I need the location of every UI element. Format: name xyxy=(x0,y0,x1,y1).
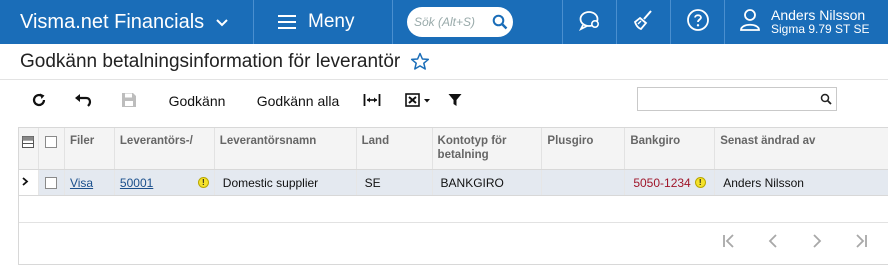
chevron-down-icon xyxy=(216,15,228,30)
user-context: Sigma 9.79 ST SE xyxy=(771,22,870,36)
first-page-icon xyxy=(722,234,736,253)
export-button[interactable] xyxy=(396,84,442,118)
warning-icon: ! xyxy=(197,177,209,188)
refresh-icon xyxy=(31,92,47,111)
search-icon[interactable] xyxy=(816,93,836,105)
next-page-button[interactable] xyxy=(795,229,839,259)
chat-button[interactable] xyxy=(563,0,616,44)
column-header-bankgiro[interactable]: Bankgiro xyxy=(625,128,716,169)
cell-changed-by: Anders Nilsson xyxy=(723,175,804,190)
cell-bankgiro: 5050-1234 ! xyxy=(625,170,716,195)
menu-label: Meny xyxy=(308,11,355,32)
search-icon[interactable] xyxy=(488,10,512,34)
checkbox xyxy=(44,176,57,189)
user-icon xyxy=(739,8,761,37)
grid-search-input[interactable] xyxy=(638,89,816,109)
clean-up-button[interactable] xyxy=(617,0,670,44)
column-header-country[interactable]: Land xyxy=(357,128,433,169)
user-name: Anders Nilsson xyxy=(771,7,866,23)
save-button[interactable] xyxy=(106,84,152,118)
save-icon xyxy=(121,92,137,111)
help-icon xyxy=(686,8,710,37)
column-header-files[interactable]: Filer xyxy=(65,128,115,169)
grid-search xyxy=(637,87,837,111)
row-checkbox[interactable] xyxy=(39,170,65,195)
undo-button[interactable] xyxy=(60,84,106,118)
previous-page-button[interactable] xyxy=(751,229,795,259)
supplier-link[interactable]: 50001 xyxy=(120,176,153,190)
filter-button[interactable] xyxy=(442,84,468,118)
cell-country: SE xyxy=(357,170,433,195)
hamburger-icon xyxy=(278,15,296,29)
chevron-right-icon xyxy=(22,176,29,189)
star-icon[interactable] xyxy=(410,52,430,71)
first-page-button[interactable] xyxy=(707,229,751,259)
filter-icon xyxy=(448,93,462,110)
chat-icon xyxy=(578,9,602,36)
refresh-button[interactable] xyxy=(18,84,60,118)
data-grid: Filer Leverantörs-/ Leverantörsnamn Land… xyxy=(18,127,888,265)
chevron-right-icon xyxy=(812,234,822,253)
last-page-icon xyxy=(854,234,868,253)
broom-icon xyxy=(632,8,656,37)
column-settings-icon xyxy=(22,136,34,151)
column-settings[interactable] xyxy=(19,128,39,169)
cell-plusgiro xyxy=(542,170,626,195)
row-selector[interactable] xyxy=(19,170,39,195)
select-all-checkbox[interactable] xyxy=(39,128,65,169)
app-switcher[interactable]: Visma.net Financials xyxy=(0,0,253,44)
column-header-supplier-name[interactable]: Leverantörsnamn xyxy=(215,128,357,169)
page-header: Godkänn betalningsinformation för levera… xyxy=(0,44,888,80)
toolbar: Godkänn Godkänn alla xyxy=(0,84,888,118)
user-profile-button[interactable]: Anders Nilsson Sigma 9.79 ST SE xyxy=(725,0,888,44)
table-row[interactable]: Visa 50001 ! Domestic supplier SE BANKGI… xyxy=(19,170,888,196)
files-link[interactable]: Visa xyxy=(70,176,93,190)
fit-columns-button[interactable] xyxy=(354,84,390,118)
checkbox xyxy=(44,136,57,148)
top-navigation-bar: Visma.net Financials Meny Sök (Alt+S) An… xyxy=(0,0,888,44)
export-excel-icon xyxy=(405,92,433,110)
column-header-plusgiro[interactable]: Plusgiro xyxy=(542,128,626,169)
warning-icon: ! xyxy=(694,177,706,188)
cell-supplier-name: Domestic supplier xyxy=(215,170,357,195)
column-header-changed-by[interactable]: Senast ändrad av xyxy=(715,128,888,169)
page-title: Godkänn betalningsinformation för levera… xyxy=(20,50,401,72)
global-search xyxy=(393,0,562,44)
undo-icon xyxy=(74,93,92,110)
chevron-left-icon xyxy=(768,234,778,253)
cell-account-type: BANKGIRO xyxy=(433,170,543,195)
global-search-input[interactable] xyxy=(414,15,488,29)
cell-supplier: 50001 ! xyxy=(115,170,215,195)
user-info: Anders Nilsson Sigma 9.79 ST SE xyxy=(771,8,870,36)
column-header-account-type[interactable]: Kontotyp för betalning xyxy=(433,128,543,169)
approve-all-button[interactable]: Godkänn alla xyxy=(242,84,354,118)
bankgiro-value: 5050-1234 xyxy=(633,175,691,190)
cell-files: Visa xyxy=(65,170,115,195)
menu-button[interactable]: Meny xyxy=(254,0,392,44)
app-title: Visma.net Financials xyxy=(20,10,205,33)
fit-columns-icon xyxy=(363,93,381,110)
approve-button[interactable]: Godkänn xyxy=(152,84,242,118)
column-header-supplier[interactable]: Leverantörs-/ xyxy=(115,128,215,169)
last-page-button[interactable] xyxy=(839,229,883,259)
grid-header-row: Filer Leverantörs-/ Leverantörsnamn Land… xyxy=(19,128,888,170)
global-search-box xyxy=(407,7,513,37)
help-button[interactable] xyxy=(671,0,724,44)
pager xyxy=(19,222,888,264)
